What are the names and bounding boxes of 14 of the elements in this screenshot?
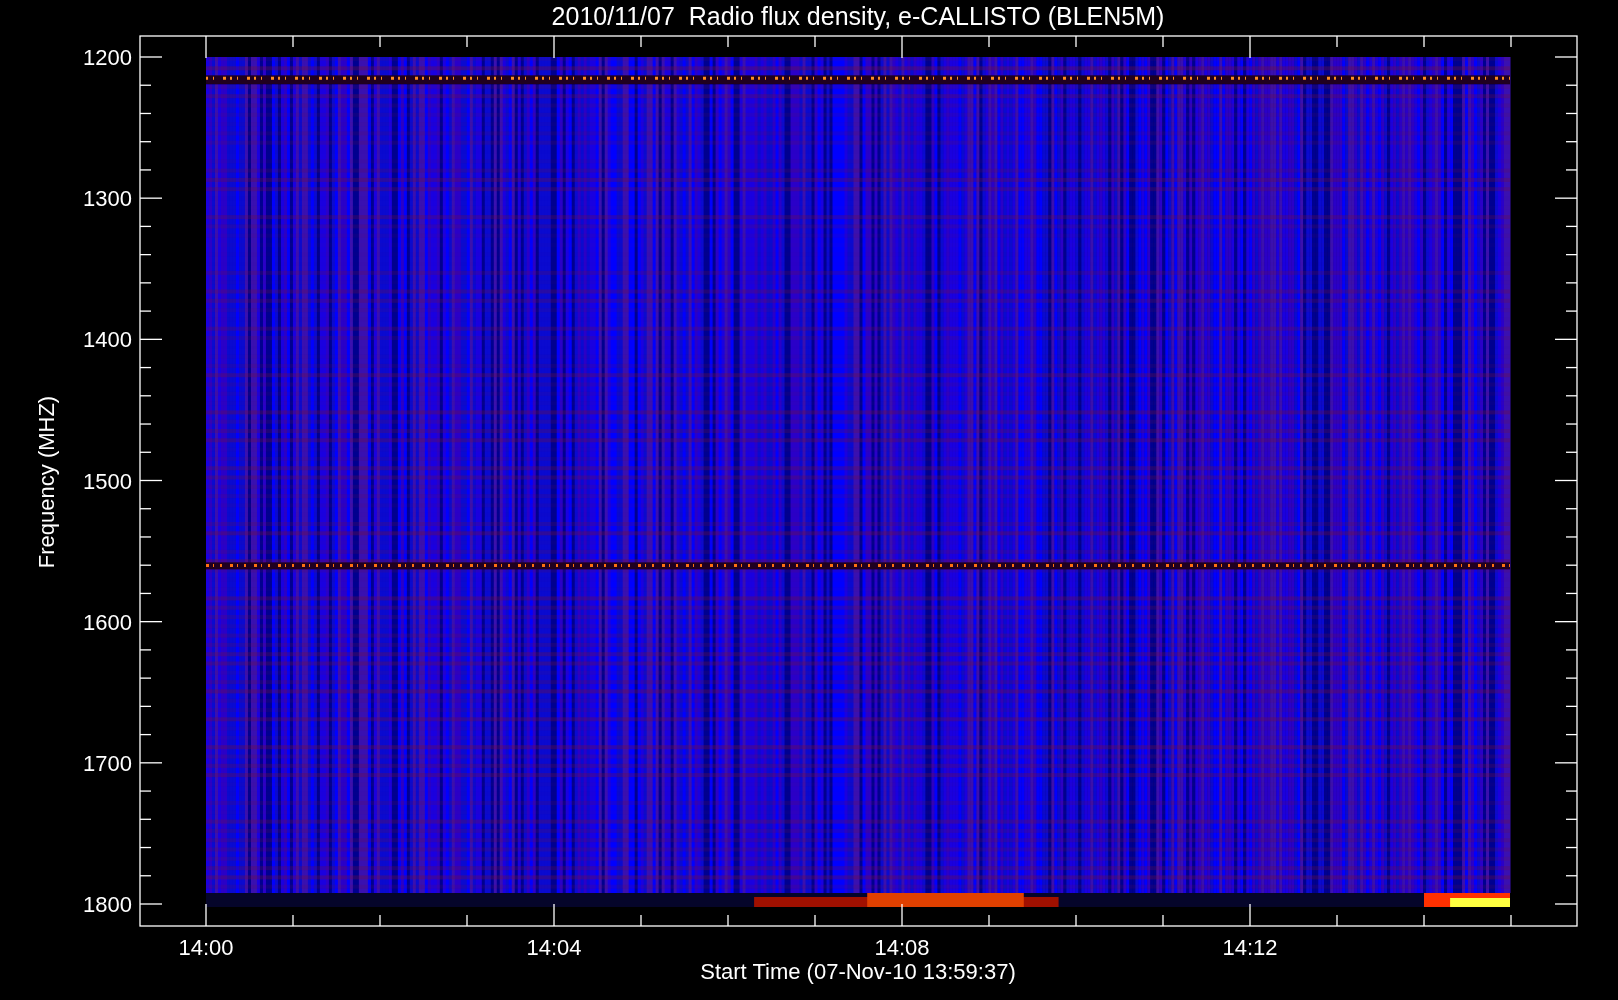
y-axis-label: Frequency (MHZ)	[34, 395, 59, 569]
y-tick-label: 1800	[83, 892, 132, 917]
y-tick-label: 1700	[83, 750, 132, 776]
chart-title: 2010/11/07 Radio flux density, e-CALLISTO (BLEN5M)	[551, 2, 1165, 30]
y-tick-label: 1200	[83, 45, 132, 70]
x-tick-label: 14:04	[526, 935, 582, 960]
y-tick-label: 1400	[83, 327, 132, 353]
y-tick-label: 1600	[83, 609, 132, 635]
x-axis-label: Start Time (07-Nov-10 13:59:37)	[700, 959, 1016, 984]
y-tick-label: 1500	[83, 468, 132, 494]
x-tick-label: 14:12	[1222, 935, 1278, 960]
x-tick-label: 14:00	[178, 935, 234, 960]
y-tick-label: 1300	[83, 186, 132, 212]
x-tick-label: 14:08	[874, 935, 930, 960]
